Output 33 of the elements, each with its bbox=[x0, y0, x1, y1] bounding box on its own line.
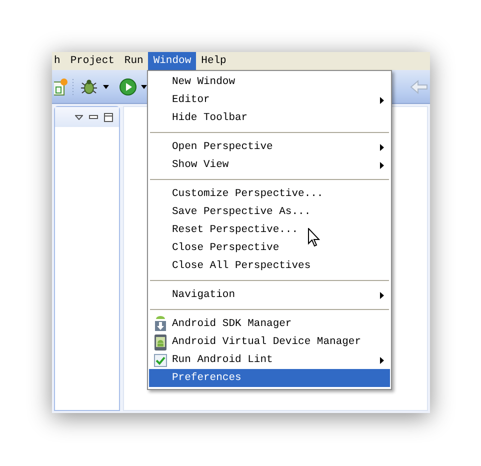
menu-item[interactable]: Android SDK Manager bbox=[149, 315, 390, 333]
bug-icon[interactable] bbox=[79, 76, 99, 96]
caret-icon[interactable] bbox=[141, 84, 147, 88]
menu-item[interactable]: Editor bbox=[149, 91, 390, 109]
minimize-icon[interactable] bbox=[89, 115, 98, 119]
menu-item[interactable]: Android Virtual Device Manager bbox=[149, 333, 390, 351]
menu-item[interactable]: New Window bbox=[149, 73, 390, 91]
new-file-icon[interactable] bbox=[54, 78, 68, 96]
menu-item[interactable]: Close Perspective bbox=[149, 239, 390, 257]
view-menu-icon[interactable] bbox=[75, 114, 83, 120]
menu-item[interactable]: Close All Perspectives bbox=[149, 257, 390, 275]
menu-item[interactable]: Open Perspective bbox=[149, 138, 390, 156]
menu-item[interactable]: Customize Perspective... bbox=[149, 185, 390, 203]
menu-item[interactable]: Hide Toolbar bbox=[149, 109, 390, 127]
menu-item[interactable]: Save Perspective As... bbox=[149, 203, 390, 221]
menu-item[interactable]: Preferences bbox=[149, 369, 390, 387]
caret-icon[interactable] bbox=[103, 84, 109, 88]
menu-item[interactable]: Navigation bbox=[149, 286, 390, 304]
checkbox-icon bbox=[154, 354, 167, 366]
menu-title[interactable]: h bbox=[49, 52, 66, 70]
run-icon[interactable] bbox=[119, 78, 137, 96]
menu-title[interactable]: Help bbox=[196, 52, 232, 70]
download-icon bbox=[154, 316, 167, 332]
maximize-icon[interactable] bbox=[104, 112, 113, 122]
toolbar-separator-icon bbox=[72, 78, 75, 96]
menu-title[interactable]: Project bbox=[65, 52, 120, 70]
menu-title[interactable]: Run bbox=[119, 52, 148, 70]
menu-title[interactable]: Window bbox=[148, 52, 196, 70]
device-icon bbox=[154, 334, 167, 350]
menu-item[interactable]: Show View bbox=[149, 156, 390, 174]
mouse-cursor-icon bbox=[308, 228, 320, 247]
menu-item[interactable]: Reset Perspective... bbox=[149, 221, 390, 239]
menu-item[interactable]: Run Android Lint bbox=[149, 351, 390, 369]
